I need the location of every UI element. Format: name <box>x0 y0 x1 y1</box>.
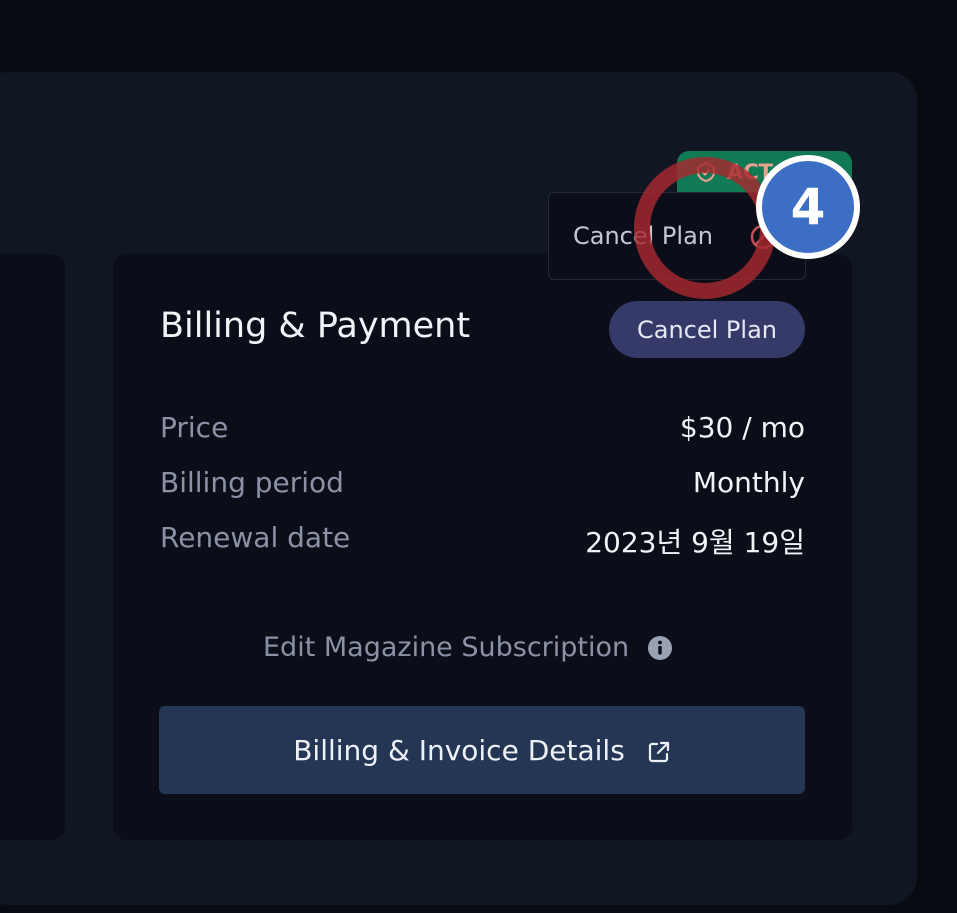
renewal-date-value: 2023년 9월 19일 <box>585 526 805 559</box>
price-value: $30 / mo <box>679 411 805 444</box>
info-icon[interactable] <box>647 635 673 661</box>
external-link-icon <box>647 738 671 763</box>
cancel-plan-popup-label: Cancel Plan <box>573 222 713 250</box>
step-marker: 4 <box>756 155 860 259</box>
cancel-plan-button[interactable]: Cancel Plan <box>609 301 805 358</box>
billing-period-value: Monthly <box>692 466 805 499</box>
edit-subscription-label: Edit Magazine Subscription <box>263 632 630 663</box>
card-title: Billing & Payment <box>160 306 471 346</box>
shield-check-icon <box>695 161 717 183</box>
left-card <box>0 254 65 840</box>
billing-invoice-button-label: Billing & Invoice Details <box>293 733 625 767</box>
billing-invoice-button[interactable]: Billing & Invoice Details <box>159 706 805 794</box>
renewal-date-label: Renewal date <box>160 521 351 554</box>
billing-period-label: Billing period <box>160 466 344 499</box>
price-label: Price <box>160 411 229 444</box>
edit-subscription-link[interactable]: Edit Magazine Subscription <box>263 632 673 663</box>
